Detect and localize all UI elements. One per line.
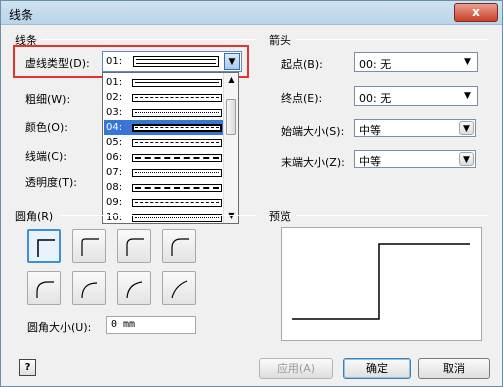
dash-option[interactable]: 05: [104,135,224,150]
arrows-group-divider [296,39,488,40]
begin-size-value: 中等 [359,124,381,137]
preview-line [292,243,470,320]
scroll-thumb[interactable] [226,99,236,135]
corner-round-4-icon [36,281,54,298]
corner-round-7-icon [171,280,188,299]
dash-option-label: 07: [106,167,123,178]
preview-group-title: 预览 [269,210,291,223]
begin-label: 起点(B): [281,58,323,71]
dash-option-label: 09: [106,197,123,208]
chevron-down-icon[interactable]: ▼ [224,53,240,70]
dash-type-dropdown[interactable]: 01: 02: 03: 04: 05: 06: 07: 08: 09: 10: … [102,72,239,224]
dash-option-label: 10: [106,212,123,223]
dash-option-sample [132,124,222,132]
dash-option-sample [132,79,222,87]
corner-round-7-button[interactable] [162,271,196,305]
line-group-divider [41,39,256,40]
corner-round-5-icon [81,282,98,299]
dash-option[interactable]: 03: [104,105,224,120]
corners-group-divider [59,215,256,216]
end-size-combo[interactable]: 中等 ▼ [354,150,476,168]
corner-round-4-button[interactable] [27,271,61,305]
transparency-label: 透明度(T): [25,176,78,189]
dash-option-sample [132,169,222,177]
end-size-value: 中等 [359,155,381,168]
begin-size-label: 始端大小(S): [281,125,345,138]
dash-option-label: 02: [106,92,123,103]
corner-round-3-icon [171,238,189,256]
begin-arrow-value: 00: 无 [359,58,392,71]
dash-type-sample [133,56,219,67]
ok-button[interactable]: 确定 [343,358,411,379]
end-label: 终点(E): [281,92,323,105]
corner-round-2-icon [126,238,144,256]
end-arrow-combo[interactable]: 00: 无 ▼ [354,86,478,106]
corner-round-5-button[interactable] [72,271,106,305]
dash-type-combo[interactable]: 01: ▼ [102,51,242,72]
dash-option-label: 03: [106,107,123,118]
dash-option-sample [132,139,222,147]
apply-button[interactable]: 应用(A) [259,358,333,379]
weight-label: 粗细(W): [25,93,71,106]
dash-option[interactable]: 09: [104,195,224,210]
begin-size-combo[interactable]: 中等 ▼ [354,119,476,137]
dash-option-label: 01: [106,77,123,88]
window-title: 线条 [9,8,34,22]
dash-option[interactable]: 10: [104,210,224,225]
chevron-down-icon[interactable]: ▼ [459,152,474,166]
corner-size-value: 0 mm [111,319,136,330]
chevron-down-icon[interactable]: ▼ [460,55,475,69]
dash-option-sample [132,199,222,207]
scroll-up-icon[interactable]: ▲ [224,73,239,87]
dash-option-label: 05: [106,137,123,148]
dash-type-label: 虚线类型(D): [25,57,90,70]
close-button[interactable]: x [454,3,498,22]
corner-round-3-button[interactable] [162,229,196,263]
dash-option[interactable]: 08: [104,180,224,195]
chevron-down-icon[interactable]: ▼ [459,121,474,135]
color-label: 颜色(O): [25,121,68,134]
corner-round-6-button[interactable] [117,271,151,305]
corner-size-field[interactable]: 0 mm [106,316,196,334]
dropdown-scrollbar[interactable]: ▲ ▼ [223,73,238,223]
arrows-group-title: 箭头 [269,34,291,47]
corner-size-label: 圆角大小(U): [27,321,92,334]
corner-square-icon [37,239,55,257]
title-bar: 线条 x [1,1,502,25]
corner-round-1-icon [81,238,99,256]
corner-round-6-icon [126,281,143,299]
corners-group-title: 圆角(R) [15,210,54,223]
end-arrow-value: 00: 无 [359,92,392,105]
dash-type-value: 01: [106,56,123,67]
corner-square-button[interactable] [27,229,61,263]
dash-option[interactable]: 06: [104,150,224,165]
dash-option-sample [132,154,222,162]
preview-group-divider [296,215,488,216]
dash-option-label: 08: [106,182,123,193]
dash-option[interactable]: 02: [104,90,224,105]
cap-label: 线端(C): [25,150,67,163]
dash-option[interactable]: 01: [104,75,224,90]
end-size-label: 末端大小(Z): [281,156,345,169]
preview-pane [281,227,482,341]
dash-option-label: 06: [106,152,123,163]
help-icon[interactable]: ? [19,359,36,376]
dash-option[interactable]: 07: [104,165,224,180]
dash-option-sample [132,184,222,192]
dash-option-selected[interactable]: 04: [104,120,224,135]
dash-option-sample [132,109,222,117]
begin-arrow-combo[interactable]: 00: 无 ▼ [354,52,478,72]
chevron-down-icon[interactable]: ▼ [460,89,475,103]
dash-option-sample [132,94,222,102]
line-dialog: 线条 x 线条 虚线类型(D): 01: ▼ 粗细(W): 颜色(O): 线端(… [0,0,503,387]
cancel-button[interactable]: 取消 [418,358,490,379]
corner-round-1-button[interactable] [72,229,106,263]
corner-round-2-button[interactable] [117,229,151,263]
scroll-down-icon[interactable]: ▼ [224,209,239,223]
dash-option-label: 04: [106,122,123,133]
